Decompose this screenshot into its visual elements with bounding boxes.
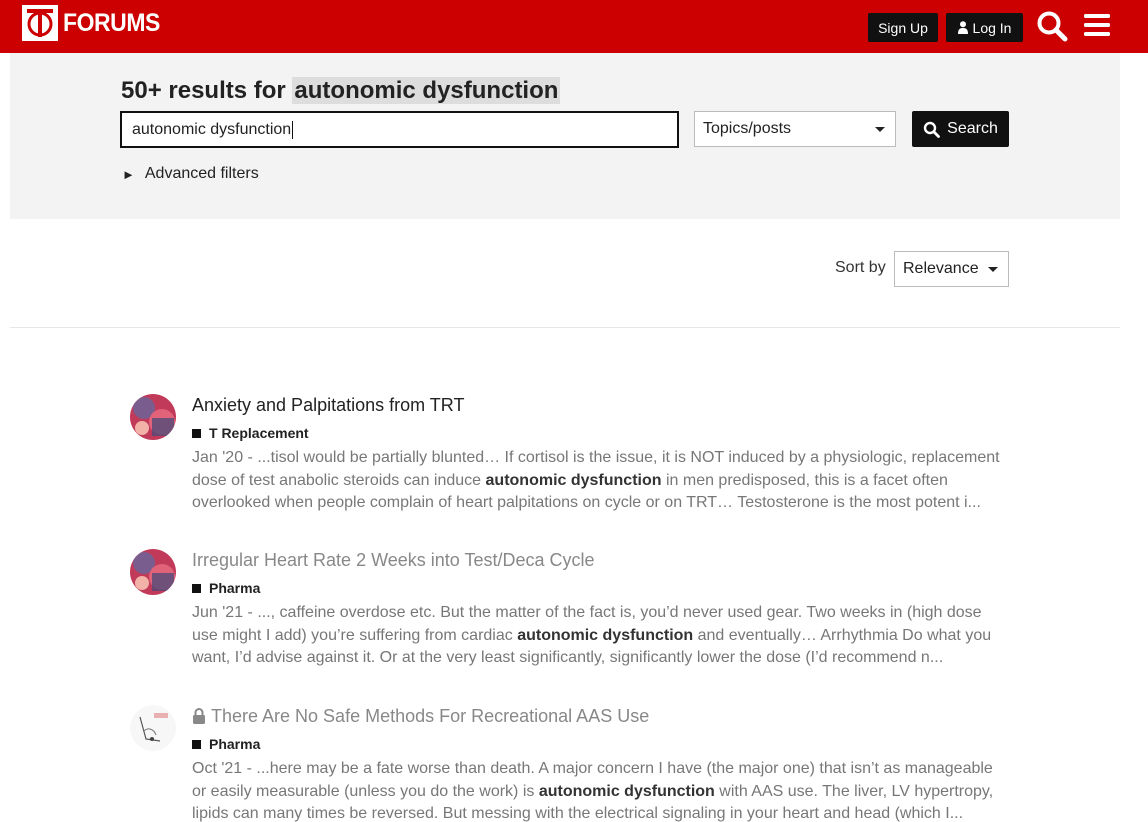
excerpt-highlight: autonomic dysfunction (485, 471, 662, 489)
sort-select[interactable]: Relevance (894, 251, 1009, 287)
avatar[interactable] (130, 549, 176, 595)
search-type-value: Topics/posts (703, 120, 792, 137)
result-title-link[interactable]: Irregular Heart Rate 2 Weeks into Test/D… (192, 549, 1010, 571)
search-input[interactable]: autonomic dysfunction (120, 111, 679, 148)
category-square-icon (192, 428, 201, 438)
triangle-right-icon: ► (122, 166, 135, 182)
search-button[interactable]: Search (912, 111, 1009, 147)
category-badge[interactable]: Pharma (192, 580, 1010, 596)
category-badge[interactable]: T Replacement (192, 425, 1010, 441)
avatar[interactable] (130, 394, 176, 440)
category-label: Pharma (209, 580, 261, 596)
advanced-filters-toggle[interactable]: ► Advanced filters (122, 165, 259, 183)
result-excerpt: Jan '20 - ...tisol would be partially bl… (192, 447, 1007, 515)
results-term-highlight: autonomic dysfunction (292, 77, 561, 104)
results-count-text: 50+ results for (121, 77, 286, 104)
chevron-down-icon (988, 267, 998, 272)
excerpt-highlight: autonomic dysfunction (517, 626, 694, 644)
log-in-button[interactable]: Log In (946, 13, 1023, 42)
category-square-icon (192, 583, 201, 593)
search-icon (923, 121, 941, 138)
category-square-icon (192, 739, 201, 749)
logo-mark-icon (22, 5, 58, 41)
excerpt-highlight: autonomic dysfunction (538, 782, 715, 800)
result-date: Jun '21 (192, 604, 244, 621)
category-label: T Replacement (209, 425, 309, 441)
search-type-select[interactable]: Topics/posts (694, 111, 896, 147)
category-label: Pharma (209, 736, 261, 752)
result-date: Oct '21 (192, 760, 243, 777)
hamburger-menu-icon[interactable] (1081, 9, 1115, 43)
search-query-text: autonomic dysfunction (132, 120, 292, 138)
search-panel: 50+ results for autonomic dysfunction au… (10, 53, 1120, 219)
text-caret (292, 120, 294, 139)
result-title-text: There Are No Safe Methods For Recreation… (211, 706, 650, 726)
sign-up-button[interactable]: Sign Up (868, 13, 938, 42)
site-header: FORUMS Sign Up Log In (0, 0, 1148, 53)
site-logo[interactable]: FORUMS (22, 5, 168, 41)
result-title-link[interactable]: There Are No Safe Methods For Recreation… (192, 705, 1010, 727)
divider (10, 327, 1120, 328)
result-date: Jan '20 (192, 449, 244, 466)
header-search-icon[interactable] (1035, 9, 1069, 43)
result-excerpt: Oct '21 - ...here may be a fate worse th… (192, 758, 1007, 822)
search-button-label: Search (947, 120, 998, 137)
lock-icon (193, 708, 205, 724)
chevron-down-icon (875, 127, 885, 132)
result-excerpt: Jun '21 - ..., caffeine overdose etc. Bu… (192, 602, 1007, 670)
user-icon (957, 21, 968, 34)
advanced-filters-label: Advanced filters (144, 165, 259, 182)
result-title-link[interactable]: Anxiety and Palpitations from TRT (192, 394, 1010, 416)
logo-text: FORUMS (63, 8, 160, 37)
category-badge[interactable]: Pharma (192, 736, 1010, 752)
sort-value: Relevance (903, 260, 979, 277)
sort-label: Sort by (835, 259, 886, 276)
results-heading: 50+ results for autonomic dysfunction (121, 77, 561, 105)
log-in-label: Log In (972, 19, 1012, 36)
avatar[interactable] (130, 705, 176, 751)
